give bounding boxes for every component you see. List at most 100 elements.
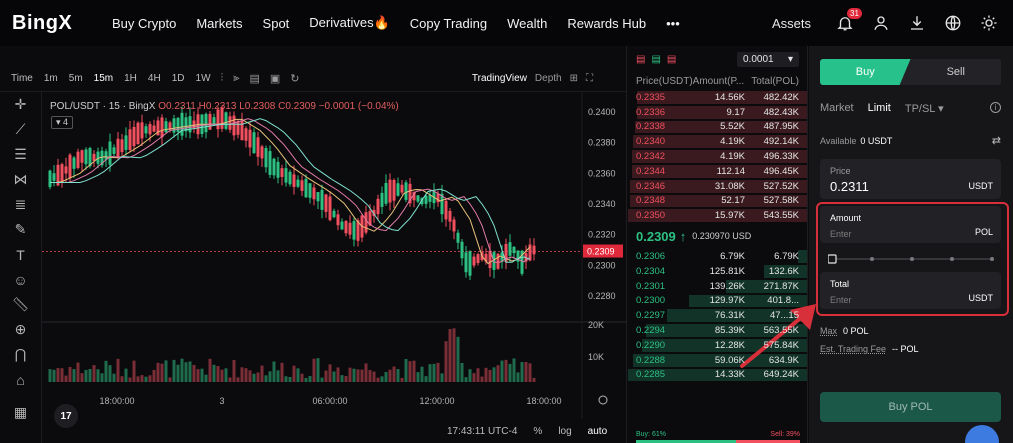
tradingview-tab[interactable]: TradingView bbox=[472, 73, 527, 84]
nav-derivatives[interactable]: Derivatives🔥 bbox=[309, 15, 389, 31]
ask-row[interactable]: 0.2336 9.17 482.43K bbox=[628, 105, 807, 120]
tf-1h[interactable]: 1H bbox=[124, 73, 137, 84]
buy-sell-ratio: Buy: 61% Sell: 39% bbox=[636, 431, 800, 443]
tf-time[interactable]: Time bbox=[11, 73, 33, 84]
globe-icon[interactable] bbox=[935, 0, 971, 46]
tf-4h[interactable]: 4H bbox=[148, 73, 161, 84]
nav-more-button[interactable]: ••• bbox=[666, 16, 680, 31]
volume-bar bbox=[400, 377, 404, 382]
layout-icon[interactable]: ⊞ bbox=[570, 73, 578, 84]
bid-row[interactable]: 0.2288 59.06K 634.9K bbox=[628, 353, 807, 368]
nav-copy-trading[interactable]: Copy Trading bbox=[410, 16, 487, 31]
indicators-icon[interactable]: ⫸ bbox=[233, 72, 239, 85]
pattern-icon[interactable]: ⋈ bbox=[0, 167, 41, 192]
volume-bar bbox=[312, 358, 316, 382]
fee-label[interactable]: Est. Trading Fee bbox=[820, 344, 886, 354]
nav-markets[interactable]: Markets bbox=[196, 16, 242, 31]
candle-body bbox=[264, 148, 268, 168]
ask-row[interactable]: 0.2346 31.08K 527.52K bbox=[628, 179, 807, 194]
ask-row[interactable]: 0.2338 5.52K 487.95K bbox=[628, 120, 807, 135]
bid-row[interactable]: 0.2297 76.31K 47...15 bbox=[628, 308, 807, 323]
tab-tpsl[interactable]: TP/SL ▾ bbox=[905, 102, 944, 115]
fib-icon[interactable]: ≣ bbox=[0, 192, 41, 217]
book-view-bids-icon[interactable]: ▤ bbox=[651, 54, 660, 65]
sell-tab[interactable]: Sell bbox=[911, 59, 1002, 85]
support-chat-icon[interactable] bbox=[965, 425, 999, 443]
indicators-toggle[interactable]: ▾ 4 bbox=[51, 116, 74, 129]
nav-wealth[interactable]: Wealth bbox=[507, 16, 547, 31]
emoji-icon[interactable]: ☺ bbox=[0, 267, 41, 292]
ask-row[interactable]: 0.2344 112.14 496.45K bbox=[628, 164, 807, 179]
price-field[interactable]: Price 0.2311 USDT bbox=[820, 159, 1001, 199]
crosshair-icon[interactable]: ✛ bbox=[0, 92, 41, 117]
auto-toggle[interactable]: auto bbox=[588, 426, 607, 437]
info-icon[interactable]: i bbox=[990, 102, 1001, 113]
nav-assets[interactable]: Assets bbox=[772, 16, 811, 31]
expand-icon[interactable]: ⛶ bbox=[586, 73, 593, 84]
book-view-both-icon[interactable]: ▤ bbox=[636, 54, 645, 65]
bingx-logo[interactable]: BingX bbox=[12, 12, 92, 35]
trendline-icon[interactable]: ⟋ bbox=[0, 117, 41, 142]
ruler-icon[interactable]: 📏︎ bbox=[0, 292, 41, 317]
tf-15m[interactable]: 15m bbox=[94, 73, 113, 84]
ask-row[interactable]: 0.2340 4.19K 492.14K bbox=[628, 134, 807, 149]
precision-select[interactable]: 0.0001 ▾ bbox=[737, 51, 799, 67]
tf-1w[interactable]: 1W bbox=[196, 73, 211, 84]
text-icon[interactable]: T bbox=[0, 242, 41, 267]
nav-spot[interactable]: Spot bbox=[263, 16, 290, 31]
theme-sun-icon[interactable] bbox=[971, 0, 1007, 46]
bid-row[interactable]: 0.2304 125.81K 132.6K bbox=[628, 264, 807, 279]
log-toggle[interactable]: log bbox=[558, 426, 571, 437]
book-view-asks-icon[interactable]: ▤ bbox=[667, 54, 676, 65]
price-tick-label: 0.2300 bbox=[588, 260, 616, 270]
volume-tick-label: 20K bbox=[588, 320, 604, 330]
bid-row[interactable]: 0.2300 129.97K 401.8... bbox=[628, 294, 807, 309]
percent-toggle[interactable]: % bbox=[533, 426, 542, 437]
candle-body bbox=[320, 189, 324, 210]
nav-buy-crypto[interactable]: Buy Crypto bbox=[112, 16, 176, 31]
depth-tab[interactable]: Depth bbox=[535, 73, 562, 84]
annotation-highlight-box bbox=[816, 202, 1009, 316]
volume-bar bbox=[212, 364, 216, 382]
ask-row[interactable]: 0.2335 14.56K 482.42K bbox=[628, 90, 807, 105]
buy-tab[interactable]: Buy bbox=[820, 59, 911, 85]
buy-pol-button[interactable]: Buy POL bbox=[820, 392, 1001, 422]
chart-type-icon[interactable]: ⫶ bbox=[221, 72, 224, 85]
volume-bar bbox=[124, 368, 128, 382]
user-icon[interactable] bbox=[863, 0, 899, 46]
ask-row[interactable]: 0.2342 4.19K 496.33K bbox=[628, 149, 807, 164]
calendar-icon[interactable]: ▦ bbox=[0, 400, 41, 425]
bids-list: 0.2306 6.79K 6.79K 0.2304 125.81K 132.6K 0.230… bbox=[628, 249, 807, 382]
bid-row[interactable]: 0.2294 85.39K 563.55K bbox=[628, 323, 807, 338]
template-icon[interactable]: ▤ bbox=[249, 72, 259, 85]
magnet-icon[interactable]: ⋂ bbox=[0, 342, 41, 367]
ask-row[interactable]: 0.2350 15.97K 543.55K bbox=[628, 208, 807, 223]
transfer-icon[interactable]: ⇄ bbox=[992, 134, 1001, 147]
ask-row[interactable]: 0.2348 52.17 527.58K bbox=[628, 194, 807, 209]
volume-bar bbox=[320, 377, 324, 382]
nav-rewards-hub[interactable]: Rewards Hub bbox=[567, 16, 646, 31]
candle-body bbox=[352, 221, 356, 240]
tab-market[interactable]: Market bbox=[820, 102, 854, 115]
screenshot-icon[interactable]: ▣ bbox=[270, 72, 280, 85]
bid-row[interactable]: 0.2306 6.79K 6.79K bbox=[628, 249, 807, 264]
zoom-icon[interactable]: ⊕ bbox=[0, 317, 41, 342]
horizontal-lines-icon[interactable]: ☰ bbox=[0, 142, 41, 167]
download-icon[interactable] bbox=[899, 0, 935, 46]
lock-icon[interactable]: ⌂ bbox=[0, 367, 41, 392]
tf-5m[interactable]: 5m bbox=[69, 73, 83, 84]
volume-bar bbox=[472, 373, 476, 382]
bid-total: 563.55K bbox=[763, 325, 799, 337]
candlestick-chart[interactable]: 0.2400 0.2380 0.2360 0.2340 0.2320 0.2300 0.22… bbox=[42, 92, 627, 419]
bid-row[interactable]: 0.2290 12.28K 575.84K bbox=[628, 338, 807, 353]
reset-icon[interactable]: ↻ bbox=[290, 72, 299, 85]
tf-1d[interactable]: 1D bbox=[172, 73, 185, 84]
bell-icon[interactable]: 31 bbox=[827, 0, 863, 46]
volume-bar bbox=[64, 375, 68, 382]
tf-1m[interactable]: 1m bbox=[44, 73, 58, 84]
bid-row[interactable]: 0.2285 14.33K 649.24K bbox=[628, 368, 807, 383]
brush-icon[interactable]: ✎ bbox=[0, 217, 41, 242]
tab-limit[interactable]: Limit bbox=[868, 102, 891, 115]
mid-price[interactable]: 0.2309 ↑ 0.230970 USD bbox=[628, 223, 807, 249]
bid-row[interactable]: 0.2301 139.26K 271.87K bbox=[628, 279, 807, 294]
